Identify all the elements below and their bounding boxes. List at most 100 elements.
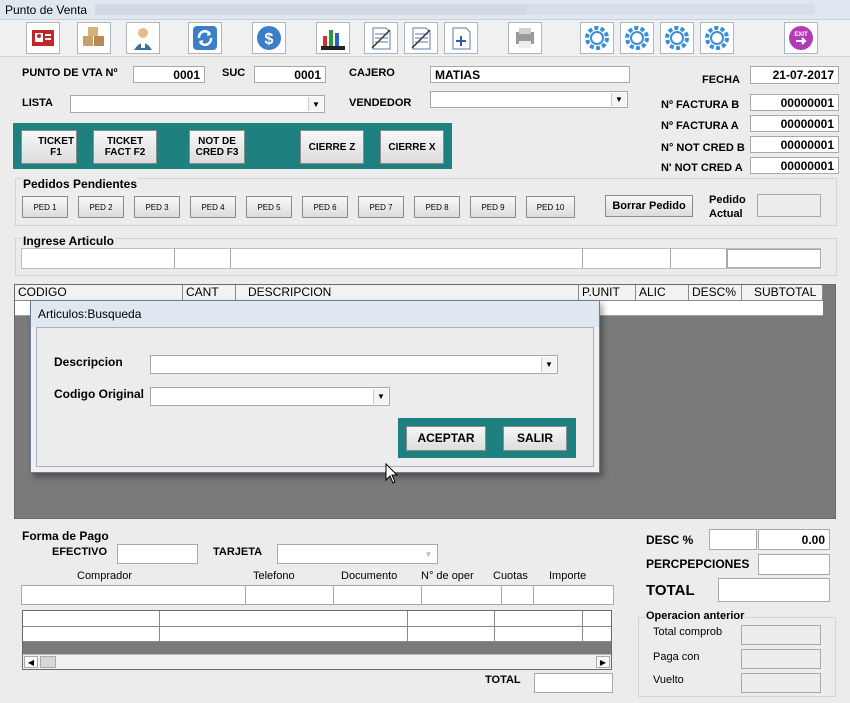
printer-icon[interactable] [508,22,542,54]
chevron-down-icon[interactable]: ▼ [308,97,323,111]
chevron-down-icon[interactable]: ▼ [611,93,626,106]
pedido-button-3[interactable]: PED 3 [134,196,180,218]
col-cant[interactable]: CANT [183,285,236,300]
borrar-pedido-button[interactable]: Borrar Pedido [605,195,693,217]
cuotas-input[interactable] [502,586,534,604]
documento-header: Documento [341,570,398,582]
punto-field[interactable]: 0001 [133,66,205,83]
user-icon[interactable] [126,22,160,54]
suc-field[interactable]: 0001 [254,66,326,83]
vendedor-select[interactable]: ▼ [430,91,628,108]
horizontal-scrollbar[interactable]: ◀ ▶ [23,654,611,669]
gear-icon[interactable] [580,22,614,54]
lista-select[interactable]: ▼ [70,95,325,113]
not-cred-f3-button[interactable]: NOT DE CRED F3 [189,130,245,164]
factura-b-field: 00000001 [750,94,839,111]
ticket-f1-button[interactable]: TICKET F1 [21,130,77,164]
telefono-header: Telefono [253,570,295,582]
descripcion-combo[interactable]: ▼ [150,355,558,374]
notcred-a-label: N' NOT CRED A [661,162,743,174]
pedido-button-4[interactable]: PED 4 [190,196,236,218]
cajero-field[interactable]: MATIAS [430,66,630,83]
ingrese-codigo-input[interactable] [22,249,175,268]
table-cell [160,611,408,626]
telefono-input[interactable] [246,586,334,604]
pedido-button-5[interactable]: PED 5 [246,196,292,218]
paga-con-label: Paga con [653,651,700,663]
exit-button[interactable]: EXIT [784,22,818,54]
desc-value-field[interactable]: 0.00 [758,529,830,550]
ingrese-row[interactable] [21,248,821,269]
pedido-button-10[interactable]: PED 10 [526,196,575,218]
refresh-icon[interactable] [188,22,222,54]
id-card-icon[interactable] [26,22,60,54]
codigo-original-combo[interactable]: ▼ [150,387,390,406]
efectivo-field[interactable] [117,544,198,564]
pedido-button-2[interactable]: PED 2 [78,196,124,218]
pedido-actual-label: Pedido Actual [709,194,746,220]
gear-icon[interactable] [620,22,654,54]
gear-icon[interactable] [700,22,734,54]
tarjeta-label: TARJETA [213,546,263,558]
pagos-table[interactable]: ◀ ▶ [22,610,612,670]
ingrese-punit-input[interactable] [583,249,671,268]
pedidos-label: Pedidos Pendientes [22,177,139,191]
dialog-button-panel: ACEPTAR SALIR [398,418,576,458]
col-descripcion[interactable]: DESCRIPCION [236,285,579,300]
dollar-icon[interactable]: $ [252,22,286,54]
codigo-original-label: Codigo Original [54,387,144,401]
document-add-icon[interactable] [444,22,478,54]
pago-entry-row[interactable] [21,585,614,605]
table-cell [160,627,408,641]
document-icon[interactable] [404,22,438,54]
fecha-field[interactable]: 21-07-2017 [750,66,839,84]
chevron-down-icon[interactable]: ▼ [421,546,436,562]
col-punit[interactable]: P.UNIT [579,285,636,300]
table-row[interactable] [23,611,611,627]
total-comprob-label: Total comprob [653,626,723,638]
ingrese-descripcion-input[interactable] [231,249,583,268]
cierre-z-button[interactable]: CIERRE Z [300,130,364,164]
percepciones-field[interactable] [758,554,830,575]
notcred-a-field: 00000001 [750,157,839,174]
aceptar-button[interactable]: ACEPTAR [406,426,486,451]
punto-label: PUNTO DE VTA Nº [22,67,118,79]
table-cell [408,611,495,626]
pedido-button-8[interactable]: PED 8 [414,196,460,218]
col-subtotal[interactable]: SUBTOTAL [742,285,823,300]
pedido-button-1[interactable]: PED 1 [22,196,68,218]
scrollbar-thumb[interactable] [40,656,56,668]
pedido-button-9[interactable]: PED 9 [470,196,516,218]
chevron-down-icon[interactable]: ▼ [541,357,556,372]
gear-icon[interactable] [660,22,694,54]
tarjeta-select[interactable]: ▼ [277,544,438,564]
documento-input[interactable] [334,586,422,604]
col-desc[interactable]: DESC% [689,285,742,300]
cierre-x-button[interactable]: CIERRE X [380,130,444,164]
salir-button[interactable]: SALIR [503,426,567,451]
desc-label: DESC % [646,533,694,547]
total-field [718,578,830,602]
col-codigo[interactable]: CODIGO [15,285,183,300]
comprador-input[interactable] [22,586,246,604]
table-row[interactable] [23,627,611,642]
ingrese-alic-input[interactable] [671,249,727,268]
desc-percent-field[interactable] [709,529,757,550]
boxes-icon[interactable] [77,22,111,54]
window-titlebar: Punto de Venta [0,0,850,20]
ingrese-subtotal-input[interactable] [727,249,821,268]
chart-icon[interactable] [316,22,350,54]
scroll-right-icon[interactable]: ▶ [596,656,610,668]
ticket-fact-f2-button[interactable]: TICKET FACT F2 [93,130,157,164]
pedido-button-6[interactable]: PED 6 [302,196,348,218]
importe-input[interactable] [534,586,613,604]
factura-a-field: 00000001 [750,115,839,132]
pedido-button-7[interactable]: PED 7 [358,196,404,218]
document-icon[interactable] [364,22,398,54]
col-alic[interactable]: ALIC [636,285,689,300]
ingrese-cant-input[interactable] [175,249,231,268]
chevron-down-icon[interactable]: ▼ [373,389,388,404]
scroll-left-icon[interactable]: ◀ [24,656,38,668]
nro-oper-input[interactable] [422,586,502,604]
dialog-body: Descripcion ▼ Codigo Original ▼ ACEPTAR … [36,327,594,467]
